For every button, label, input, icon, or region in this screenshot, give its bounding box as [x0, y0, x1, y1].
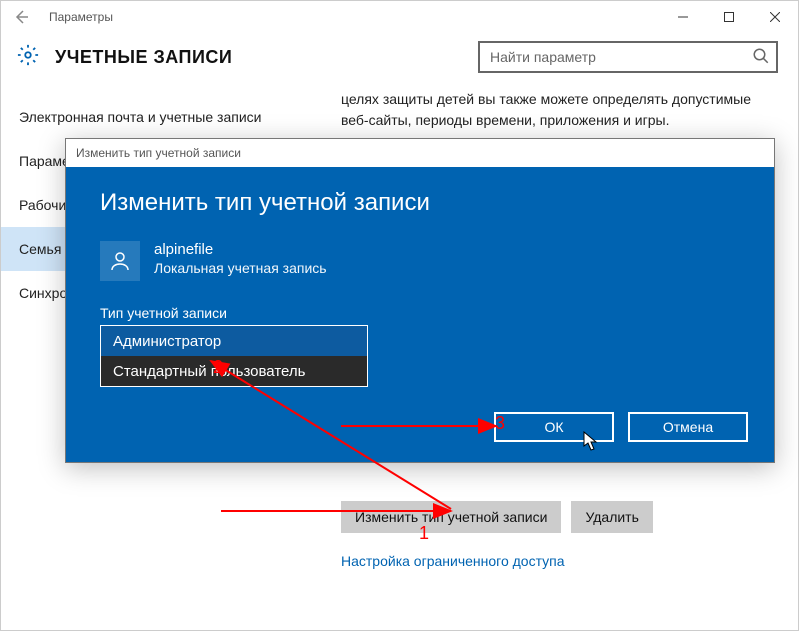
search-input[interactable]	[478, 41, 778, 73]
option-label: Стандартный пользователь	[113, 363, 305, 380]
avatar	[100, 241, 140, 281]
sidebar-item-email[interactable]: Электронная почта и учетные записи	[1, 95, 321, 139]
user-row: alpinefile Локальная учетная запись	[100, 241, 740, 281]
search-box	[478, 41, 778, 73]
page-header: УЧЕТНЫЕ ЗАПИСИ	[1, 33, 798, 89]
change-account-type-button[interactable]: Изменить тип учетной записи	[341, 501, 561, 533]
ok-button[interactable]: ОК	[494, 412, 614, 442]
delete-user-button[interactable]: Удалить	[571, 501, 652, 533]
cancel-button[interactable]: Отмена	[628, 412, 748, 442]
settings-window: Параметры УЧЕТНЫЕ ЗАПИСИ Электронная поч…	[0, 0, 799, 631]
option-administrator[interactable]: Администратор	[101, 326, 367, 356]
sidebar-item-label: Семья	[19, 241, 61, 257]
sidebar-item-label: Электронная почта и учетные записи	[19, 109, 261, 125]
dialog-heading: Изменить тип учетной записи	[100, 189, 740, 217]
family-description: целях защиты детей вы также можете опред…	[341, 89, 766, 131]
page-title: УЧЕТНЫЕ ЗАПИСИ	[55, 47, 232, 68]
change-account-type-dialog: Изменить тип учетной записи Изменить тип…	[65, 138, 775, 463]
sidebar-item-label: Параме	[19, 153, 70, 169]
maximize-button[interactable]	[706, 1, 752, 33]
option-label: Администратор	[113, 333, 221, 350]
minimize-button[interactable]	[660, 1, 706, 33]
restricted-access-link[interactable]: Настройка ограниченного доступа	[341, 553, 766, 569]
user-action-row: Изменить тип учетной записи Удалить	[341, 501, 766, 533]
account-type-dropdown[interactable]: Администратор Стандартный пользователь	[100, 325, 368, 387]
dialog-body: Изменить тип учетной записи alpinefile Л…	[66, 167, 774, 409]
titlebar: Параметры	[1, 1, 798, 33]
window-controls	[660, 1, 798, 33]
back-button[interactable]	[9, 5, 33, 29]
header-left: УЧЕТНЫЕ ЗАПИСИ	[17, 44, 232, 71]
option-standard[interactable]: Стандартный пользователь	[101, 356, 367, 386]
user-name: alpinefile	[154, 241, 327, 258]
window-title: Параметры	[49, 10, 113, 24]
dialog-title: Изменить тип учетной записи	[76, 146, 241, 160]
close-button[interactable]	[752, 1, 798, 33]
user-subtitle: Локальная учетная запись	[154, 260, 327, 276]
dialog-actions: ОК Отмена	[494, 412, 748, 442]
user-info: alpinefile Локальная учетная запись	[154, 241, 327, 276]
titlebar-left: Параметры	[9, 5, 113, 29]
dialog-titlebar: Изменить тип учетной записи	[66, 139, 774, 167]
account-type-label: Тип учетной записи	[100, 305, 740, 321]
sidebar-item-label: Рабочи	[19, 197, 66, 213]
gear-icon	[17, 44, 39, 71]
search-icon	[752, 47, 770, 70]
sidebar-item-label: Синхро	[19, 285, 67, 301]
